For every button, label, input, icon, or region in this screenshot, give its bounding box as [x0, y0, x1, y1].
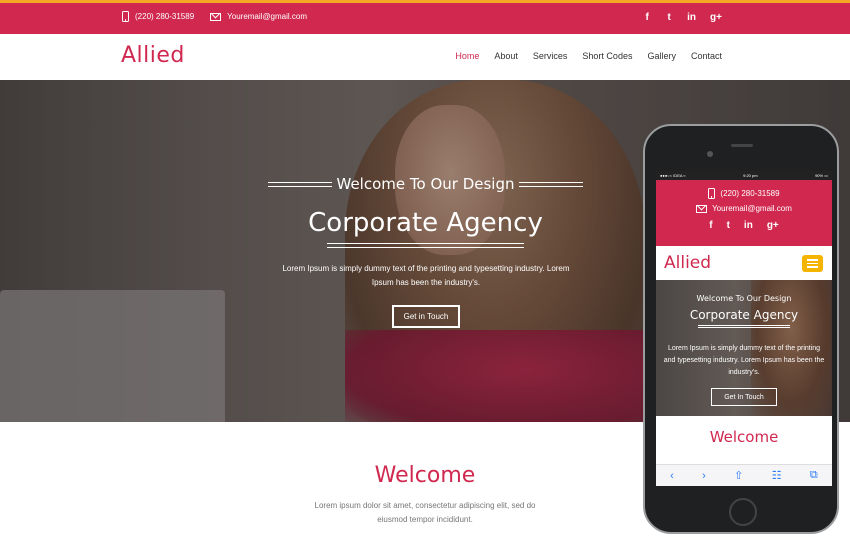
phone-home-button [729, 498, 757, 526]
get-in-touch-button[interactable]: Get in Touch [392, 305, 460, 328]
mobile-phone-contact: (220) 280-31589 [656, 188, 832, 199]
google-plus-icon[interactable]: g+ [710, 12, 722, 23]
mobile-top-bar: (220) 280-31589 Youremail@gmail.com f t … [656, 180, 832, 246]
mobile-hero-description: Lorem Ipsum is simply dummy text of the … [663, 345, 825, 376]
hero-welcome-text: Welcome To Our Design [336, 175, 515, 193]
twitter-icon[interactable]: t [665, 12, 673, 23]
hero-title: Corporate Agency [308, 208, 543, 238]
contact-info: (220) 280-31589 Youremail@gmail.com [122, 11, 317, 22]
top-bar: (220) 280-31589 Youremail@gmail.com f t … [0, 0, 850, 34]
mobile-battery: 90% ▭ [815, 173, 828, 178]
phone-camera [707, 151, 713, 157]
hero-description: Lorem Ipsum is simply dummy text of the … [282, 264, 570, 287]
mobile-facebook-icon[interactable]: f [709, 220, 712, 231]
mobile-email-address[interactable]: Youremail@gmail.com [712, 204, 792, 213]
hero-decor-line-right [518, 181, 583, 187]
mobile-navbar: Allied [656, 246, 832, 280]
welcome-description: Lorem ipsum dolor sit amet, consectetur … [314, 501, 536, 524]
mobile-social-links: f t in g+ [656, 220, 832, 231]
nav-short-codes[interactable]: Short Codes [582, 51, 632, 61]
linkedin-icon[interactable]: in [687, 12, 696, 23]
mobile-get-in-touch-button[interactable]: Get In Touch [711, 388, 777, 406]
nav-about[interactable]: About [494, 51, 518, 61]
phone-speaker [731, 144, 753, 147]
main-navbar: Allied Home About Services Short Codes G… [0, 34, 850, 80]
mobile-hero-banner: Welcome To Our Design Corporate Agency L… [656, 280, 832, 416]
mobile-status-bar: ●●●○○ IDEA ≈ 9:20 pm 90% ▭ [656, 171, 832, 180]
mail-icon [210, 12, 222, 21]
nav-gallery[interactable]: Gallery [647, 51, 676, 61]
mobile-browser-toolbar: ‹ › ⇧ ☷ ⧉ [656, 464, 832, 486]
mobile-email-contact[interactable]: Youremail@gmail.com [656, 204, 832, 213]
mobile-carrier: ●●●○○ IDEA ≈ [660, 173, 686, 178]
back-icon[interactable]: ‹ [670, 470, 674, 482]
mobile-hero-title: Corporate Agency [689, 308, 799, 322]
forward-icon[interactable]: › [702, 470, 706, 482]
hamburger-menu-icon[interactable] [802, 255, 823, 272]
hero-welcome-row: Welcome To Our Design [268, 175, 583, 193]
mobile-phone-icon [708, 188, 716, 199]
facebook-icon[interactable]: f [643, 12, 651, 23]
tabs-icon[interactable]: ⧉ [810, 469, 818, 482]
site-logo[interactable]: Allied [121, 43, 185, 68]
phone-mockup: ●●●○○ IDEA ≈ 9:20 pm 90% ▭ (220) 280-315… [643, 124, 839, 534]
hero-title-underline [327, 243, 524, 248]
email-address[interactable]: Youremail@gmail.com [227, 12, 307, 21]
share-icon[interactable]: ⇧ [734, 469, 743, 482]
hero-decor-line-left [268, 181, 332, 187]
nav-menu: Home About Services Short Codes Gallery … [455, 51, 722, 61]
bookmarks-icon[interactable]: ☷ [772, 469, 782, 482]
mobile-phone-number: (220) 280-31589 [720, 189, 780, 198]
mobile-hero-title-underline [698, 325, 790, 328]
nav-services[interactable]: Services [533, 51, 568, 61]
mobile-mail-icon [696, 204, 708, 213]
nav-home[interactable]: Home [455, 51, 479, 61]
mobile-time: 9:20 pm [743, 173, 758, 178]
phone-icon [122, 11, 129, 22]
mobile-twitter-icon[interactable]: t [727, 220, 730, 231]
nav-contact[interactable]: Contact [691, 51, 722, 61]
phone-contact: (220) 280-31589 [122, 11, 194, 22]
phone-screen: ●●●○○ IDEA ≈ 9:20 pm 90% ▭ (220) 280-315… [656, 171, 832, 486]
mobile-welcome-heading: Welcome [709, 428, 779, 446]
phone-number: (220) 280-31589 [135, 12, 195, 21]
mobile-linkedin-icon[interactable]: in [744, 220, 753, 231]
email-contact[interactable]: Youremail@gmail.com [210, 12, 307, 21]
mobile-site-logo[interactable]: Allied [664, 253, 711, 273]
mobile-google-plus-icon[interactable]: g+ [767, 220, 779, 231]
social-links: f t in g+ [643, 12, 722, 23]
mobile-hero-welcome: Welcome To Our Design [696, 294, 792, 303]
